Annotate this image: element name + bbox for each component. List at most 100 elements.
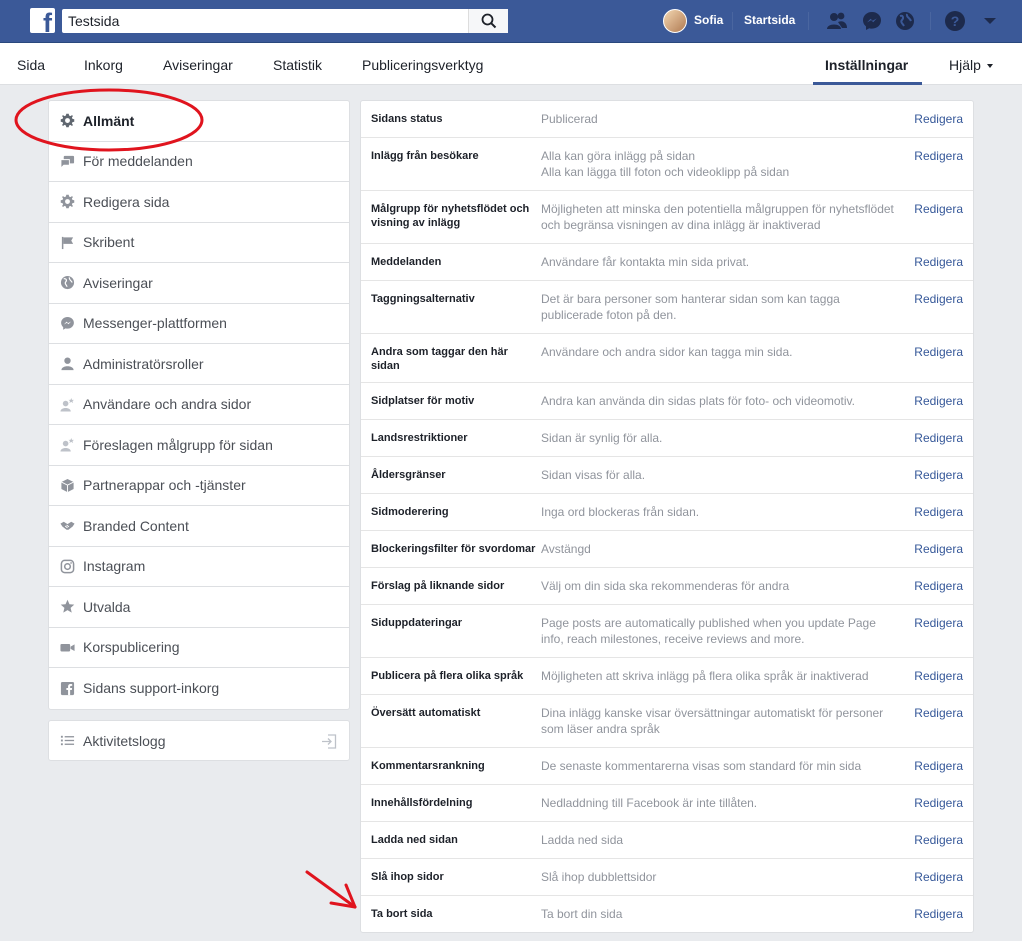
facebook-logo-icon[interactable]: f [30,8,55,33]
chevron-down-icon [986,64,993,68]
open-external-icon [322,734,337,749]
sidebar-item-label: Instagram [83,558,146,575]
sidebar-item-label: Korspublicering [83,639,180,656]
activity-log-label: Aktivitetslogg [83,732,166,749]
gear-icon [60,194,75,209]
setting-label: Ladda ned sidan [371,834,458,846]
tab-notifications[interactable]: Aviseringar [163,57,233,73]
edit-link[interactable]: Redigera [914,669,963,683]
sidebar-item-branded-content[interactable]: Branded Content [49,506,349,547]
search-input[interactable] [62,9,472,33]
sidebar-item-support-inbox[interactable]: Sidans support-inkorg [49,668,349,709]
account-menu-caret-icon[interactable] [979,10,1001,32]
globe-icon [60,275,75,290]
tab-inbox[interactable]: Inkorg [84,57,123,73]
sidebar-item-label: Användare och andra sidor [83,396,252,413]
settings-row-multiple-languages: Publicera på flera olika språk Möjlighet… [361,658,973,695]
sidebar-item-people-and-pages[interactable]: Användare och andra sidor [49,385,349,425]
setting-value: Slå ihop dubblettsidor [541,870,657,884]
sidebar-item-label: Branded Content [83,517,189,534]
tab-settings[interactable]: Inställningar [825,57,908,73]
sidebar-item-general[interactable]: Allmänt [49,101,349,142]
setting-value: Nedladdning till Facebook är inte tillåt… [541,796,758,810]
activity-log-link[interactable]: Aktivitetslogg [48,720,350,761]
settings-row-comment-ranking: Kommentarsrankning De senaste kommentare… [361,748,973,785]
edit-link[interactable]: Redigera [914,796,963,810]
sidebar-item-author[interactable]: Skribent [49,223,349,263]
sidebar-item-edit-page[interactable]: Redigera sida [49,182,349,223]
sidebar-item-label: Föreslagen målgrupp för sidan [83,436,273,453]
sidebar-item-messenger-platform[interactable]: Messenger-plattformen [49,304,349,344]
edit-link[interactable]: Redigera [914,505,963,519]
sidebar-item-messaging[interactable]: För meddelanden [49,142,349,182]
sidebar-item-crossposting[interactable]: Korspublicering [49,628,349,668]
sidebar-item-admin-roles[interactable]: Administratörsroller [49,344,349,385]
setting-value: Alla kan göra inlägg på sidan Alla kan l… [541,148,896,180]
setting-value: Välj om din sida ska rekommenderas för a… [541,579,790,593]
tab-publishing-tools[interactable]: Publiceringsverktyg [362,57,483,73]
star-icon [60,599,75,614]
edit-link[interactable]: Redigera [914,202,963,216]
edit-link[interactable]: Redigera [914,394,963,408]
profile-name-link[interactable]: Sofia [694,13,723,27]
edit-link[interactable]: Redigera [914,759,963,773]
home-link[interactable]: Startsida [744,13,795,27]
edit-link[interactable]: Redigera [914,345,963,359]
person-icon [60,356,75,371]
edit-link[interactable]: Redigera [914,616,963,630]
video-camera-icon [60,640,75,655]
edit-link[interactable]: Redigera [914,833,963,847]
sidebar-item-label: Aviseringar [83,274,153,291]
setting-value: Dina inlägg kanske visar översättningar … [541,706,884,736]
setting-label: Meddelanden [371,256,442,268]
sidebar-item-instagram[interactable]: Instagram [49,547,349,587]
avatar[interactable] [663,9,687,33]
edit-link[interactable]: Redigera [914,706,963,720]
sidebar-item-preferred-audience[interactable]: Föreslagen målgrupp för sidan [49,425,349,466]
divider [930,12,931,30]
edit-link[interactable]: Redigera [914,542,963,556]
setting-label: Andra som taggar den här sidan [371,346,508,372]
person-star-icon [60,397,75,412]
help-icon[interactable]: ? [944,10,966,32]
friend-requests-icon[interactable] [826,10,848,32]
setting-value: Avstängd [541,542,591,556]
sidebar-item-partner-apps[interactable]: Partnerappar och -tjänster [49,466,349,506]
notifications-globe-icon[interactable] [894,10,916,32]
settings-table: Sidans status Publicerad Redigera Inlägg… [360,100,974,933]
setting-value: Användare får kontakta min sida privat. [541,255,750,269]
tab-help[interactable]: Hjälp [949,57,993,73]
setting-value-line: Alla kan göra inlägg på sidan [541,149,696,163]
setting-label: Inlägg från besökare [371,150,479,162]
list-icon [60,733,75,748]
sidebar-item-label: Utvalda [83,598,131,615]
search-button[interactable] [468,9,508,33]
edit-link[interactable]: Redigera [914,149,963,163]
gear-icon [60,113,75,128]
edit-link[interactable]: Redigera [914,468,963,482]
sidebar-item-featured[interactable]: Utvalda [49,587,349,628]
messenger-icon[interactable] [861,10,883,32]
edit-link[interactable]: Redigera [914,292,963,306]
setting-value: Ta bort din sida [541,907,623,921]
setting-label: Målgrupp för nyhetsflödet och visning av… [371,203,530,229]
edit-link[interactable]: Redigera [914,431,963,445]
edit-link[interactable]: Redigera [914,112,963,126]
setting-value: Inga ord blockeras från sidan. [541,505,700,519]
top-bar: f Sofia Startsida ? [0,0,1022,43]
sidebar-item-notifications[interactable]: Aviseringar [49,263,349,304]
instagram-icon [60,559,75,574]
sidebar-item-label: För meddelanden [83,153,193,170]
setting-label: Blockeringsfilter för svordomar [371,543,536,555]
edit-link[interactable]: Redigera [914,907,963,921]
tab-insights[interactable]: Statistik [273,57,322,73]
setting-label: Publicera på flera olika språk [371,670,524,682]
tab-page[interactable]: Sida [17,57,45,73]
edit-link[interactable]: Redigera [914,579,963,593]
edit-link[interactable]: Redigera [914,870,963,884]
divider [732,12,733,30]
sidebar-item-label: Allmänt [83,112,135,129]
edit-link[interactable]: Redigera [914,255,963,269]
settings-row-download-page: Ladda ned sidan Ladda ned sida Redigera [361,822,973,859]
settings-row-similar-page-suggestions: Förslag på liknande sidor Välj om din si… [361,568,973,605]
